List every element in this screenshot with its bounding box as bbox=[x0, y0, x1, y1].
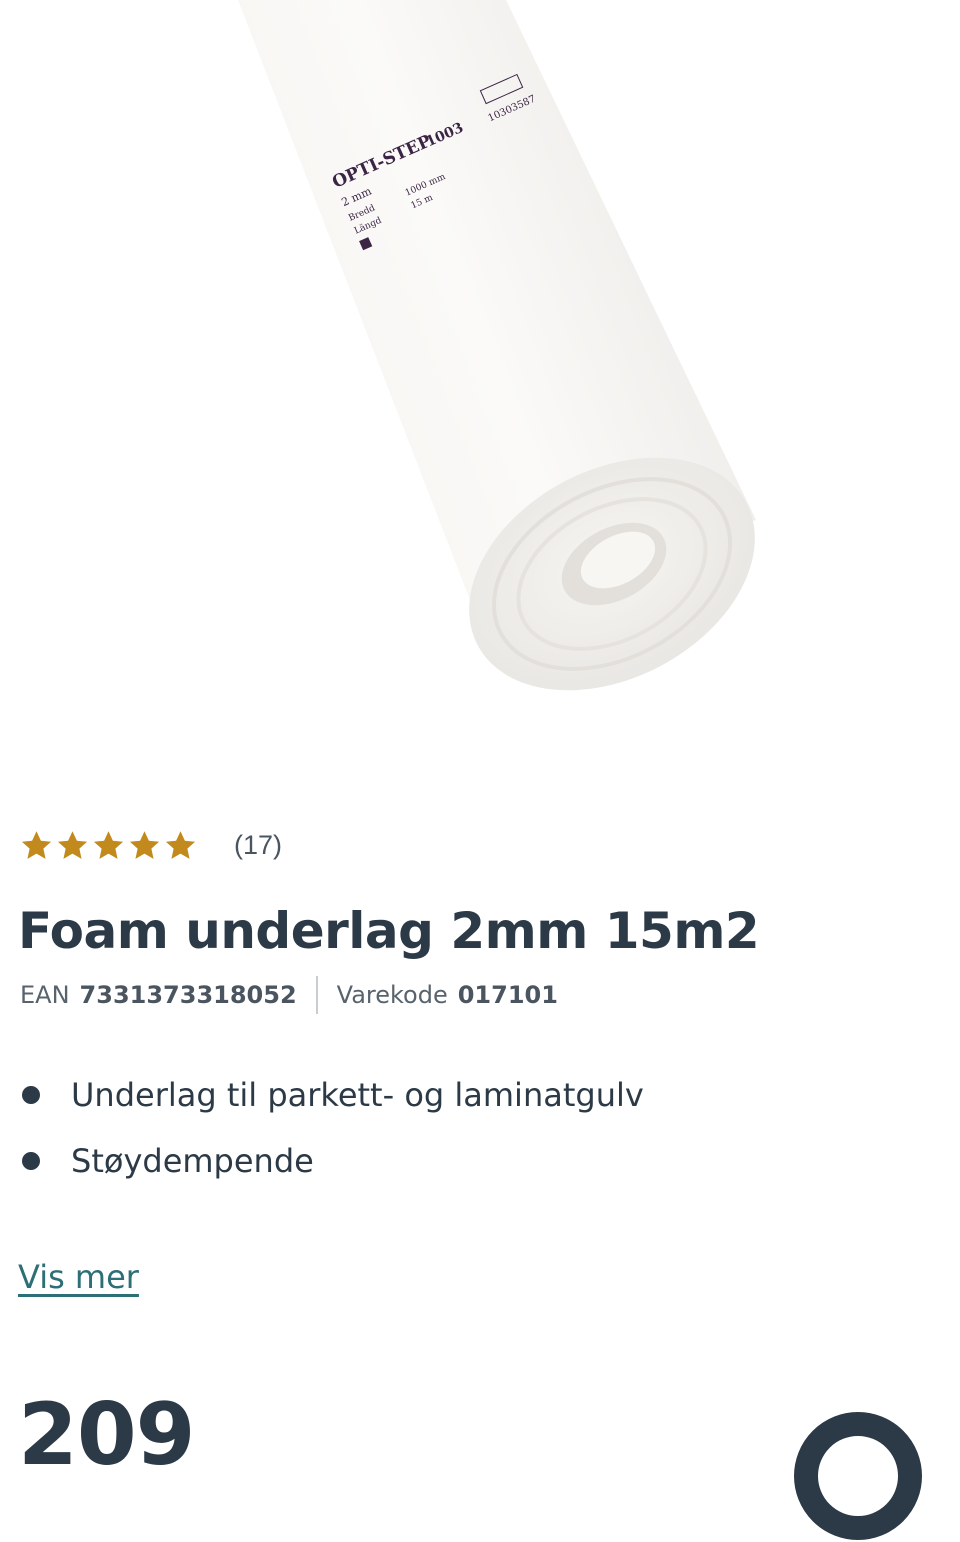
feature-list: Underlag til parkett- og laminatgulv Stø… bbox=[22, 1062, 644, 1194]
star-icon bbox=[165, 830, 196, 859]
star-icon bbox=[57, 830, 88, 859]
feature-item: Støydempende bbox=[22, 1128, 644, 1194]
cart-button-icon[interactable] bbox=[792, 1410, 924, 1542]
star-icon bbox=[21, 830, 52, 859]
code-label: Varekode bbox=[336, 981, 448, 1009]
rating-stars bbox=[20, 829, 197, 862]
show-more-link[interactable]: Vis mer bbox=[18, 1258, 139, 1296]
feature-item: Underlag til parkett- og laminatgulv bbox=[22, 1062, 644, 1128]
review-count: (17) bbox=[234, 829, 283, 860]
product-image: OPTI-STEP 1003 2 mm Bredd 1000 mm Längd … bbox=[238, 0, 756, 691]
code-value: 017101 bbox=[457, 981, 558, 1009]
star-icon bbox=[129, 830, 160, 859]
product-price: 209 bbox=[18, 1385, 196, 1485]
ean-value: 7331373318052 bbox=[79, 981, 297, 1009]
feature-text: Underlag til parkett- og laminatgulv bbox=[71, 1076, 644, 1114]
ean-label: EAN bbox=[20, 981, 70, 1009]
product-rating[interactable]: (17) bbox=[20, 822, 282, 868]
star-icon bbox=[93, 830, 124, 859]
bullet-icon bbox=[22, 1152, 40, 1170]
divider bbox=[315, 976, 318, 1014]
bullet-icon bbox=[22, 1086, 40, 1104]
product-codes: EAN 7331373318052 Varekode 017101 bbox=[20, 976, 558, 1014]
product-title: Foam underlag 2mm 15m2 bbox=[18, 902, 760, 960]
feature-text: Støydempende bbox=[71, 1142, 314, 1180]
